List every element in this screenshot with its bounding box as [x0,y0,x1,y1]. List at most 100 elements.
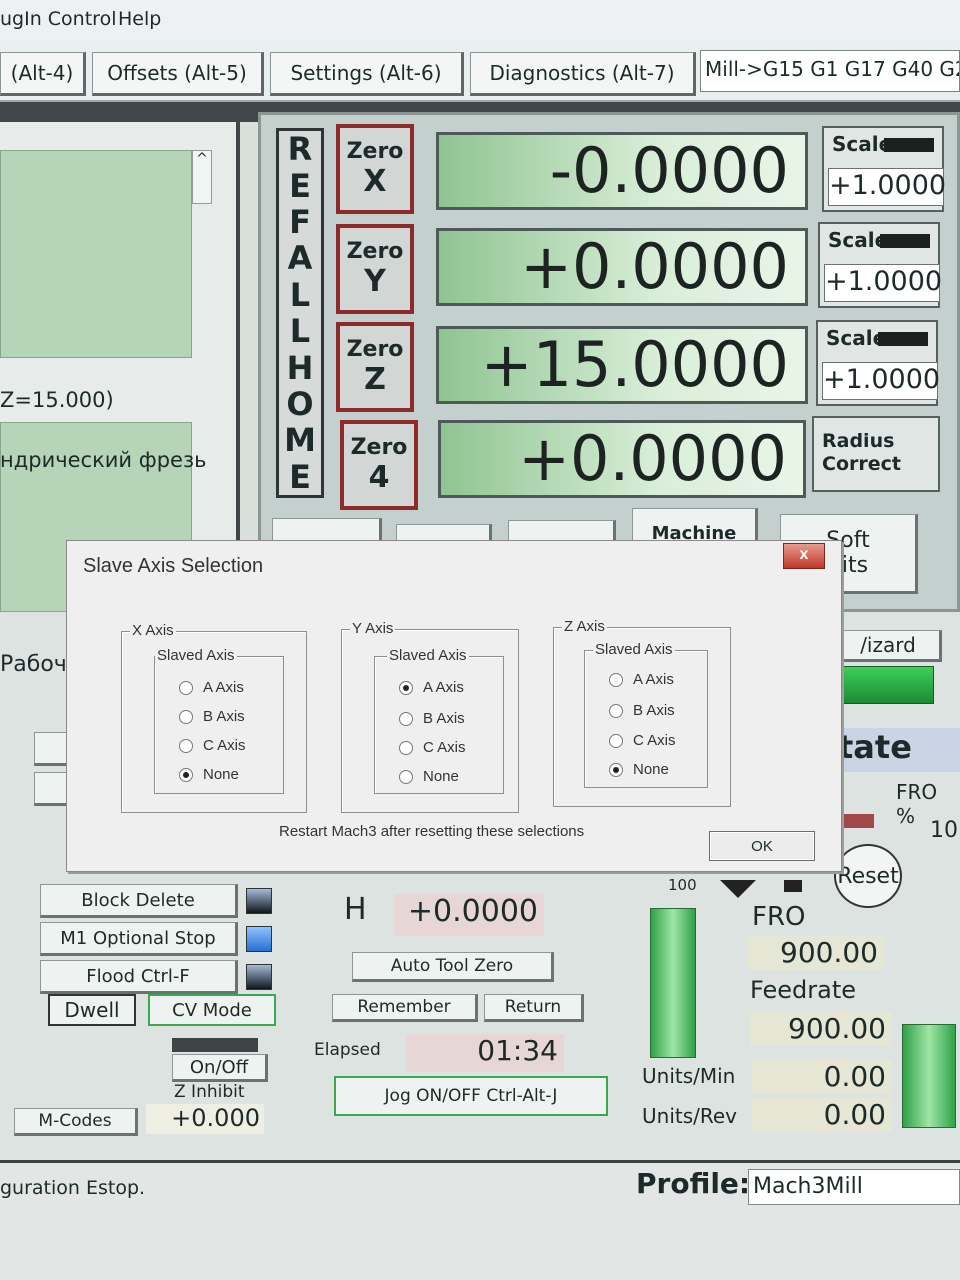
h-offset-value[interactable]: +0.0000 [394,894,544,936]
scale-value[interactable]: +1.0000 [824,264,942,302]
dro-4[interactable]: +0.0000 [438,420,806,498]
tab-alt-4[interactable]: (Alt-4) [0,52,86,96]
units-min-label: Units/Min [642,1064,736,1088]
scale-value[interactable]: +1.0000 [828,168,946,206]
axis-letter: Z [364,361,386,397]
x-radio-a-axis[interactable]: A Axis [179,679,244,696]
gcode-list[interactable] [0,150,192,358]
scroll-up-icon[interactable]: ^ [192,150,212,204]
tab-offsets[interactable]: Offsets (Alt-5) [92,52,264,96]
scale-indicator [884,138,934,152]
ref-letter: L [289,275,311,314]
gcode-line: ндрический фрезь [0,448,207,472]
fro-label: FRO [752,902,806,932]
y-radio-c-axis[interactable]: C Axis [399,739,466,756]
fro-100-label: 100 [668,876,697,894]
slaved-axis-label: Slaved Axis [155,647,237,664]
zero-label: Zero [350,435,408,461]
y-radio-none[interactable]: None [399,768,459,785]
radio-label: None [203,766,239,783]
scale-y: Scale +1.0000 [818,222,942,308]
radius-correct-button[interactable]: Radius Correct [812,416,940,492]
radio-icon [399,740,413,755]
dwell-button[interactable]: Dwell [48,994,136,1026]
x-radio-c-axis[interactable]: C Axis [179,737,246,754]
ref-letter: O [286,384,314,423]
radio-label: B Axis [633,702,675,719]
close-icon[interactable]: x [783,543,825,569]
zero-y-button[interactable]: Zero Y [336,224,414,314]
wizard-green-button[interactable] [838,666,934,704]
ref-letter: A [287,239,313,278]
radio-icon [609,672,623,687]
dro-z[interactable]: +15.0000 [436,326,808,404]
tab-settings[interactable]: Settings (Alt-6) [270,52,464,96]
feed-slider[interactable] [650,908,696,1058]
jog-toggle-button[interactable]: Jog ON/OFF Ctrl-Alt-J [334,1076,608,1116]
m1-optional-stop-button[interactable]: M1 Optional Stop [40,922,238,956]
h-label: H [344,892,367,927]
scale-value[interactable]: +1.0000 [822,362,940,400]
slaved-axis-group: Slaved Axis A Axis B Axis C Axis None [154,647,284,794]
profile-name: Mach3Mill [748,1169,960,1205]
z-inhibit-value[interactable]: +0.000 [146,1104,264,1134]
axis-letter: X [363,163,387,199]
stop-icon[interactable] [784,880,802,892]
down-arrow-icon[interactable] [720,880,756,898]
radio-label: B Axis [203,708,245,725]
ref-all-home-button[interactable]: R E F A L L H O M E [276,128,324,498]
radio-icon [609,703,623,718]
zero-z-button[interactable]: Zero Z [336,322,414,412]
m-codes-button[interactable]: M-Codes [14,1108,138,1136]
x-radio-none[interactable]: None [179,766,239,783]
wizard-button[interactable]: /izard [836,630,942,662]
ref-letter: H [286,348,314,387]
radio-label: C Axis [203,737,246,754]
fro-percent-value: 10 [930,818,958,843]
z-radio-a-axis[interactable]: A Axis [609,671,674,688]
radio-label: None [633,761,669,778]
remember-button[interactable]: Remember [332,994,478,1022]
radio-icon [399,769,413,784]
menu-bar: ugIn Control Help [0,0,960,40]
radio-icon [399,711,413,726]
dro-y[interactable]: +0.0000 [436,228,808,306]
z-radio-c-axis[interactable]: C Axis [609,732,676,749]
radio-label: A Axis [203,679,244,696]
elapsed-label: Elapsed [314,1040,381,1060]
radio-icon [179,738,193,753]
tab-diagnostics[interactable]: Diagnostics (Alt-7) [470,52,696,96]
zero-4-button[interactable]: Zero 4 [340,420,418,510]
auto-tool-zero-button[interactable]: Auto Tool Zero [352,952,554,982]
feedrate-value[interactable]: 900.00 [750,1012,892,1046]
reset-button[interactable]: Reset [834,844,902,908]
z-radio-b-axis[interactable]: B Axis [609,702,675,719]
ok-button[interactable]: OK [709,831,815,861]
cv-mode-button[interactable]: CV Mode [148,994,276,1026]
menu-help[interactable]: Help [118,8,161,30]
radio-label: None [423,768,459,785]
radio-icon [179,680,193,695]
z-radio-none[interactable]: None [609,761,669,778]
block-delete-led [246,888,272,914]
menu-plugin-control[interactable]: ugIn Control [0,8,116,30]
gcode-line: Z=15.000) [0,388,114,412]
z-inhibit-toggle[interactable]: On/Off [172,1054,268,1082]
x-radio-b-axis[interactable]: B Axis [179,708,245,725]
scale-z: Scale +1.0000 [816,320,940,406]
radio-icon [609,733,623,748]
dro-x[interactable]: -0.0000 [436,132,808,210]
status-bar: guration Estop. Profile: Mach3Mill [0,1160,960,1280]
z-inhibit-led [172,1038,258,1052]
slaved-axis-group: Slaved Axis A Axis B Axis C Axis None [374,647,504,794]
y-radio-b-axis[interactable]: B Axis [399,710,465,727]
return-button[interactable]: Return [484,994,584,1022]
y-radio-a-axis[interactable]: A Axis [399,679,464,696]
spindle-slider[interactable] [902,1024,956,1128]
block-delete-button[interactable]: Block Delete [40,884,238,918]
units-min-value: 0.00 [752,1060,892,1094]
fro-value: 900.00 [748,936,884,970]
zero-x-button[interactable]: Zero X [336,124,414,214]
radio-selected-icon [399,680,413,695]
flood-button[interactable]: Flood Ctrl-F [40,960,238,994]
